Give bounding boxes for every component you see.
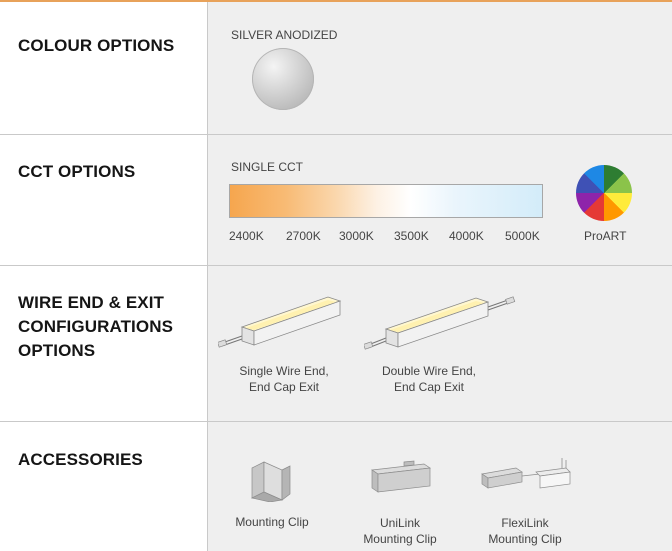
double-wire-end-caption-line-2: End Cap Exit — [393, 380, 465, 394]
cct-options-label-cell — [0, 135, 208, 265]
cct-gradient-bar — [229, 184, 543, 218]
cct-tick-2400k: 2400K — [229, 229, 264, 243]
flexilink-clip-illustration — [481, 458, 571, 489]
cct-tick-3000k: 3000K — [339, 229, 374, 243]
spec-sheet: COLOUR OPTIONS SILVER ANODIZED CCT OPTIO… — [0, 0, 672, 551]
single-wire-end-illustration — [218, 296, 342, 348]
unilink-clip-caption-line-1: UniLink — [379, 516, 421, 530]
silver-anodized-label: SILVER ANODIZED — [231, 28, 338, 42]
wire-options-heading-line-1: WIRE END & EXIT — [18, 293, 165, 312]
colour-options-label-cell — [0, 2, 208, 134]
cct-tick-3500k: 3500K — [394, 229, 429, 243]
unilink-clip-caption-line-2: Mounting Clip — [363, 532, 437, 546]
single-wire-end-caption-line-1: Single Wire End, — [239, 364, 329, 378]
cct-options-heading: CCT OPTIONS — [18, 162, 136, 181]
double-wire-end-caption-line-1: Double Wire End, — [381, 364, 477, 378]
double-wire-end-caption: Double Wire End, End Cap Exit — [366, 363, 492, 395]
accessories-heading: ACCESSORIES — [18, 450, 143, 469]
wire-options-heading-line-3: OPTIONS — [18, 341, 96, 360]
unilink-clip-caption: UniLink Mounting Clip — [352, 515, 448, 547]
mounting-clip-illustration — [250, 461, 291, 502]
flexilink-clip-caption-line-2: Mounting Clip — [488, 532, 562, 546]
single-wire-end-caption-line-2: End Cap Exit — [248, 380, 320, 394]
single-cct-label: SINGLE CCT — [231, 160, 304, 174]
cct-tick-5000k: 5000K — [505, 229, 540, 243]
unilink-clip-illustration — [371, 460, 431, 493]
silver-anodized-swatch — [252, 48, 314, 110]
flexilink-clip-caption: FlexiLink Mounting Clip — [478, 515, 572, 547]
flexilink-clip-caption-line-1: FlexiLink — [501, 516, 549, 530]
cct-tick-2700k: 2700K — [286, 229, 321, 243]
wire-options-heading-line-2: CONFIGURATIONS — [18, 317, 174, 336]
cct-tick-4000k: 4000K — [449, 229, 484, 243]
colour-options-row — [0, 2, 672, 134]
proart-color-wheel-icon — [576, 165, 632, 221]
single-wire-end-caption: Single Wire End, End Cap Exit — [222, 363, 346, 395]
accessories-label-cell — [0, 422, 208, 551]
proart-label: ProART — [584, 229, 627, 243]
double-wire-end-illustration — [364, 296, 516, 350]
colour-options-heading: COLOUR OPTIONS — [18, 36, 175, 55]
mounting-clip-caption: Mounting Clip — [235, 515, 309, 529]
